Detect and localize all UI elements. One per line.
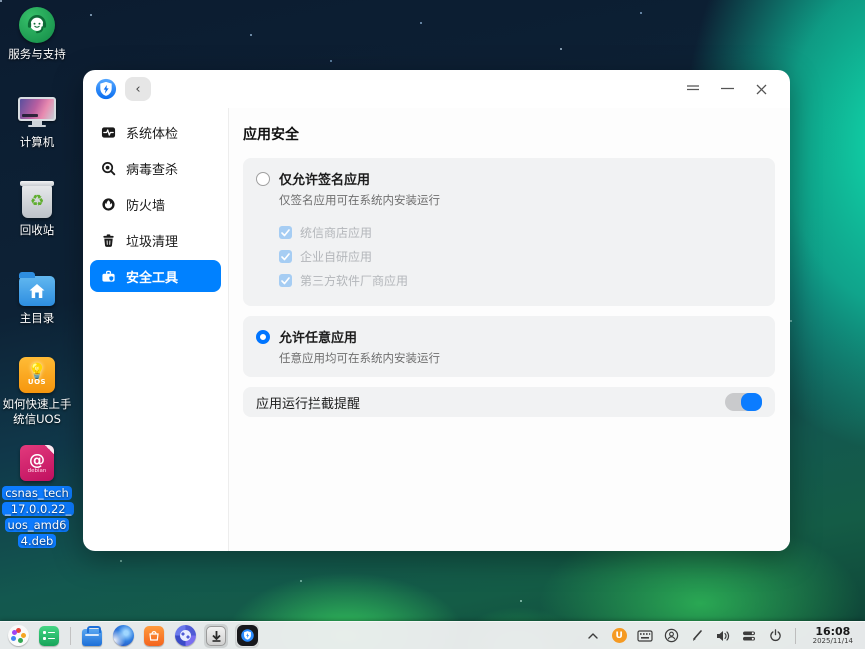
close-button[interactable]	[744, 77, 778, 101]
signed-apps-sub-options: 统信商店应用 企业自研应用 第三方软件厂商应用	[279, 224, 762, 289]
sidebar-item-system-checkup[interactable]: 系统体检	[90, 116, 221, 148]
taskbar: U 16:08 2025/11/14	[0, 621, 865, 649]
intercept-reminder-toggle[interactable]	[725, 393, 762, 411]
tray-expand-icon[interactable]	[585, 627, 602, 644]
network-icon[interactable]	[663, 627, 680, 644]
desktop-icon-label: 如何快速上手统信UOS	[2, 397, 72, 426]
desktop-icon-label: 计算机	[19, 135, 55, 149]
computer-icon	[18, 97, 56, 129]
system-tray: U 16:08 2025/11/14	[585, 624, 859, 646]
titlebar[interactable]: ‹	[83, 70, 790, 108]
desktop-icon-label: 服务与支持	[8, 47, 66, 61]
multitasking-view-icon[interactable]	[37, 624, 61, 648]
sub-option-label: 企业自研应用	[300, 250, 373, 264]
sub-option-label: 第三方软件厂商应用	[300, 274, 409, 288]
checkbox-checked-icon[interactable]	[279, 274, 292, 287]
file-manager-icon[interactable]	[80, 624, 104, 648]
desktop-icon-label: 主目录	[19, 311, 55, 325]
desktop-icon-computer[interactable]: 计算机	[0, 94, 74, 150]
recycle-bin-icon: ♻	[20, 181, 54, 218]
any-apps-description: 任意应用均可在系统内安装运行	[279, 351, 440, 365]
sub-option-row[interactable]: 统信商店应用	[279, 224, 762, 241]
minimize-button[interactable]	[710, 77, 744, 101]
virus-scan-icon	[100, 160, 116, 176]
back-button[interactable]: ‹	[125, 77, 151, 101]
service-support-icon	[19, 7, 55, 43]
clock-time: 16:08	[815, 624, 851, 638]
sidebar-item-virus-scan[interactable]: 病毒查杀	[90, 152, 221, 184]
desktop-icon-uos-guide[interactable]: 💡 UOS 如何快速上手统信UOS	[0, 356, 74, 427]
dock-device-icon[interactable]	[741, 627, 758, 644]
control-center-icon[interactable]	[173, 624, 197, 648]
any-apps-radio-selected[interactable]	[256, 329, 270, 344]
desktop-icon-service-support[interactable]: 服务与支持	[0, 6, 74, 62]
firewall-icon	[100, 196, 116, 212]
app-store-icon[interactable]	[142, 624, 166, 648]
screenshot-pen-icon[interactable]	[689, 627, 706, 644]
taskbar-separator	[70, 626, 71, 645]
signed-apps-radio[interactable]	[256, 171, 270, 186]
system-checkup-icon	[100, 124, 116, 140]
checkbox-checked-icon[interactable]	[279, 250, 292, 263]
app-security-panel: 应用安全 仅允许签名应用 仅签名应用可在系统内安装运行 统信商店应用 企业自研应…	[229, 108, 790, 551]
junk-clean-icon	[100, 232, 116, 248]
taskbar-clock[interactable]: 16:08 2025/11/14	[807, 624, 859, 646]
clock-date: 2025/11/14	[812, 636, 853, 645]
sidebar-item-label: 垃圾清理	[126, 234, 179, 250]
desktop-icon-label-selected: csnas_tech_17.0.0.22_uos_amd64.deb	[2, 485, 75, 549]
tray-separator	[794, 627, 796, 644]
desktop-icon-deb-package[interactable]: @ debian csnas_tech_17.0.0.22_uos_amd64.d…	[0, 444, 75, 549]
signed-apps-radio-row[interactable]: 仅允许签名应用	[256, 169, 762, 188]
any-apps-label: 允许任意应用	[279, 331, 358, 346]
window-menu-button[interactable]	[676, 77, 710, 101]
signed-apps-label: 仅允许签名应用	[279, 173, 371, 188]
security-center-app-icon	[95, 78, 117, 100]
sidebar-item-junk-clean[interactable]: 垃圾清理	[90, 224, 221, 256]
home-folder-icon	[19, 272, 55, 306]
sidebar-item-security-tools[interactable]: 安全工具	[90, 260, 221, 292]
security-center-dock-icon[interactable]	[235, 623, 259, 648]
launcher-icon[interactable]	[6, 624, 30, 648]
signed-apps-description: 仅签名应用可在系统内安装运行	[279, 193, 440, 207]
sidebar-item-label: 病毒查杀	[126, 162, 179, 178]
intercept-reminder-card: 应用运行拦截提醒	[243, 387, 775, 417]
security-tools-icon	[100, 268, 116, 284]
desktop-icon-recycle-bin[interactable]: ♻ 回收站	[0, 181, 74, 238]
sidebar: 系统体检 病毒查杀 防火墙 垃圾清理 安全工具	[83, 108, 229, 551]
sub-option-label: 统信商店应用	[300, 226, 373, 240]
page-title: 应用安全	[243, 127, 299, 143]
power-icon[interactable]	[767, 627, 784, 644]
desktop-icon-label: 回收站	[19, 223, 55, 237]
sidebar-item-label: 防火墙	[126, 198, 166, 214]
wallpaper-stars	[0, 0, 2, 2]
volume-icon[interactable]	[715, 627, 732, 644]
taskbar-app-icons	[6, 623, 259, 648]
desktop-icon-home[interactable]: 主目录	[0, 270, 74, 326]
sub-option-row[interactable]: 第三方软件厂商应用	[279, 272, 762, 289]
any-apps-option-card: 允许任意应用 任意应用均可在系统内安装运行	[243, 316, 775, 377]
any-apps-radio-row[interactable]: 允许任意应用	[256, 327, 762, 346]
signed-apps-option-card: 仅允许签名应用 仅签名应用可在系统内安装运行 统信商店应用 企业自研应用 第三方…	[243, 158, 775, 306]
toggle-knob	[741, 393, 762, 411]
uos-update-icon[interactable]: U	[611, 627, 628, 644]
checkbox-checked-icon[interactable]	[279, 226, 292, 239]
sidebar-item-label: 安全工具	[126, 270, 179, 286]
security-center-window: ‹ 系统体检 病毒查杀 防火墙 垃圾清理 安全工具 应用安全 仅允许签名应用 仅…	[83, 70, 790, 551]
browser-icon[interactable]	[111, 624, 135, 648]
intercept-reminder-label: 应用运行拦截提醒	[256, 396, 361, 412]
sidebar-item-firewall[interactable]: 防火墙	[90, 188, 221, 220]
package-installer-icon[interactable]	[204, 623, 228, 648]
uos-guide-icon: 💡 UOS	[19, 357, 55, 393]
sidebar-item-label: 系统体检	[126, 126, 179, 142]
sub-option-row[interactable]: 企业自研应用	[279, 248, 762, 265]
input-method-icon[interactable]	[637, 627, 654, 644]
deb-package-icon: @ debian	[20, 445, 54, 481]
